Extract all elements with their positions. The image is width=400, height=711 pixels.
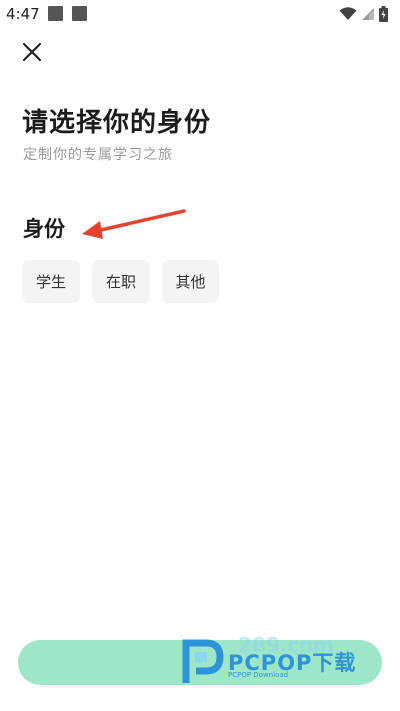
battery-icon <box>379 6 388 22</box>
option-student[interactable]: 学生 <box>22 260 80 303</box>
notification-icon <box>72 6 87 21</box>
identity-section-label: 身份 <box>23 217 65 241</box>
status-time: 4:47 <box>6 5 40 23</box>
status-bar: 4:47 <box>0 0 400 28</box>
pcpop-logo-icon <box>182 639 224 683</box>
arrow-left-icon <box>82 209 186 239</box>
notification-icon <box>48 6 63 21</box>
signal-icon <box>362 8 374 20</box>
close-button[interactable] <box>20 40 44 64</box>
watermark-logo: 289.com PCPOP下载 PCPOP Download <box>180 633 390 685</box>
page-subtitle: 定制你的专属学习之旅 <box>23 147 173 163</box>
status-icons <box>339 6 388 22</box>
close-icon <box>22 42 42 62</box>
wifi-icon <box>339 7 357 20</box>
option-employed[interactable]: 在职 <box>92 260 150 303</box>
page-title: 请选择你的身份 <box>22 108 212 138</box>
option-other[interactable]: 其他 <box>162 260 219 303</box>
identity-options: 学生 在职 其他 <box>22 260 219 303</box>
watermark-sub: PCPOP Download <box>228 671 289 679</box>
